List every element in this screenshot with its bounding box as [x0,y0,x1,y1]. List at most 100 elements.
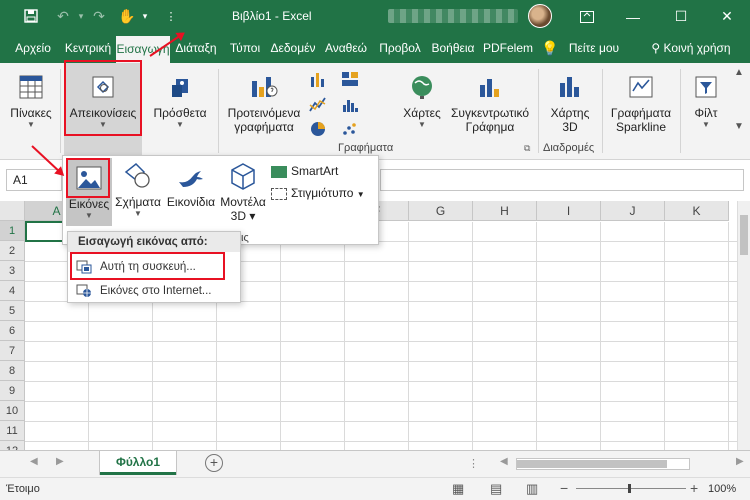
save-icon[interactable] [20,6,42,26]
undo-dropdown-icon[interactable]: ▾ [74,6,88,26]
chevron-down-icon: ▼ [85,211,93,220]
row-header[interactable]: 10 [0,401,25,421]
menu-item-label: Αυτή τη συσκευή... [100,261,196,273]
tab-data[interactable]: Δεδομέν [268,33,318,63]
recommended-charts-button[interactable]: Προτεινόμενα γραφήματα [222,71,306,134]
icons-button[interactable]: Εικονίδια [165,160,217,209]
menu-item-this-device[interactable]: Αυτή τη συσκευή... [70,256,238,278]
scroll-thumb[interactable] [740,215,748,255]
qat-more-icon[interactable]: ⋮ [160,6,182,26]
menu-item-online-pictures[interactable]: Εικόνες στο Internet... [70,280,238,302]
shapes-label: Σχήματα [115,195,161,209]
screenshot-icon [271,187,287,200]
vertical-scrollbar[interactable] [737,201,750,450]
page-layout-view-icon[interactable]: ▤ [490,481,502,497]
pictures-button[interactable]: Εικόνες ▼ [66,158,112,226]
horizontal-scrollbar[interactable] [516,458,690,470]
row-header[interactable]: 1 [0,221,25,241]
qat-customize-icon[interactable]: ▾ [138,6,152,26]
screenshot-button[interactable]: Στιγμιότυπο ▼ [271,184,365,202]
tab-view[interactable]: Προβολ [376,33,424,63]
tab-split-handle-icon[interactable]: ⋮ [468,457,479,470]
row-header[interactable]: 9 [0,381,25,401]
close-icon[interactable]: ✕ [704,0,750,33]
tab-pdfelement[interactable]: PDFelem [482,33,534,63]
hierarchy-chart-icon[interactable] [340,69,360,89]
column-header[interactable]: K [665,201,729,221]
maximize-icon[interactable]: ☐ [658,0,704,33]
share-button[interactable]: ⚲ Κοινή χρήση [636,33,746,63]
sparklines-label-2: Sparkline [615,120,667,134]
scatter-chart-icon[interactable] [340,119,360,139]
column-header[interactable]: H [473,201,537,221]
column-header[interactable]: I [537,201,601,221]
row-header[interactable]: 4 [0,281,25,301]
row-header[interactable]: 11 [0,421,25,441]
sheet-tab[interactable]: Φύλλο1 [100,451,176,475]
tell-me-box[interactable]: Πείτε μου [562,33,626,63]
ribbon-display-options-icon[interactable] [564,0,610,33]
status-ready: Έτοιμο [6,483,40,495]
tab-insert[interactable]: Εισαγωγή [116,36,170,63]
statistic-chart-icon[interactable] [340,95,360,115]
undo-icon[interactable]: ↶ [52,6,74,26]
hscroll-left-icon[interactable]: ◀ [500,456,508,467]
addins-button[interactable]: Πρόσθετα ▼ [148,71,212,130]
models3d-button[interactable]: Μοντέλα 3D ▾ [219,160,267,223]
tab-file[interactable]: Αρχείο [8,33,58,63]
screenshot-label: Στιγμιότυπο [291,186,354,200]
redo-icon[interactable]: ↷ [88,6,110,26]
zoom-slider[interactable] [576,484,686,493]
row-header[interactable]: 12 [0,441,25,450]
column-header[interactable]: J [601,201,665,221]
row-header[interactable]: 7 [0,341,25,361]
hscroll-right-icon[interactable]: ▶ [736,456,744,467]
zoom-level[interactable]: 100% [708,483,736,495]
illustrations-button[interactable]: Απεικονίσεις ▼ [64,63,142,155]
tab-home[interactable]: Κεντρική [62,33,114,63]
line-chart-icon[interactable] [308,95,328,115]
row-header[interactable]: 3 [0,261,25,281]
pivotchart-icon [480,79,499,97]
tab-help[interactable]: Βοήθεια [428,33,478,63]
column-chart-icon[interactable] [308,69,328,89]
sheet-next-icon[interactable]: ▶ [56,456,64,467]
normal-view-icon[interactable]: ▦ [452,481,464,497]
minimize-icon[interactable]: — [610,0,656,33]
map3d-button[interactable]: Χάρτης 3D [542,71,598,134]
ribbon-scroll-down-icon[interactable]: ▼ [734,121,744,132]
maps-label: Χάρτες [403,106,441,120]
dialog-launcher-icon[interactable]: ⧉ [524,143,530,154]
sheet-prev-icon[interactable]: ◀ [30,456,38,467]
hscroll-thumb[interactable] [517,460,667,468]
pivotchart-button[interactable]: Συγκεντρωτικό Γράφημα [448,71,532,134]
shapes-button[interactable]: Σχήματα ▼ [113,160,163,219]
pie-chart-icon[interactable] [308,119,328,139]
illustrations-icon [92,76,114,98]
maps-button[interactable]: Χάρτες ▼ [400,71,444,130]
title-bar: ↶ ▾ ↷ ✋ ▾ ⋮ Βιβλίο1 - Excel — ☐ ✕ [0,0,750,33]
avatar[interactable] [528,4,552,28]
touch-mode-icon[interactable]: ✋ [116,6,138,26]
sparklines-button[interactable]: Γραφήματα Sparkline [606,71,676,134]
row-header[interactable]: 8 [0,361,25,381]
row-header[interactable]: 2 [0,241,25,261]
zoom-in-icon[interactable]: + [690,480,698,496]
smartart-button[interactable]: SmartArt [271,162,338,180]
person-icon: ⚲ [651,41,661,55]
add-sheet-icon[interactable]: + [205,454,223,472]
row-header[interactable]: 5 [0,301,25,321]
column-header[interactable]: G [409,201,473,221]
page-break-view-icon[interactable]: ▥ [526,481,538,497]
select-all-corner[interactable] [0,201,25,221]
formula-input[interactable] [380,169,744,191]
row-header[interactable]: 6 [0,321,25,341]
zoom-out-icon[interactable]: − [560,480,568,496]
tab-formulas[interactable]: Τύποι [224,33,266,63]
tab-review[interactable]: Αναθεώ [320,33,372,63]
lightbulb-icon[interactable]: 💡 [540,33,560,63]
tables-button[interactable]: Πίνακες ▼ [4,71,58,130]
zoom-slider-thumb[interactable] [628,484,631,493]
filters-button[interactable]: Φίλτ ▼ [684,71,728,130]
ribbon-scroll-up-icon[interactable]: ▲ [734,67,744,78]
